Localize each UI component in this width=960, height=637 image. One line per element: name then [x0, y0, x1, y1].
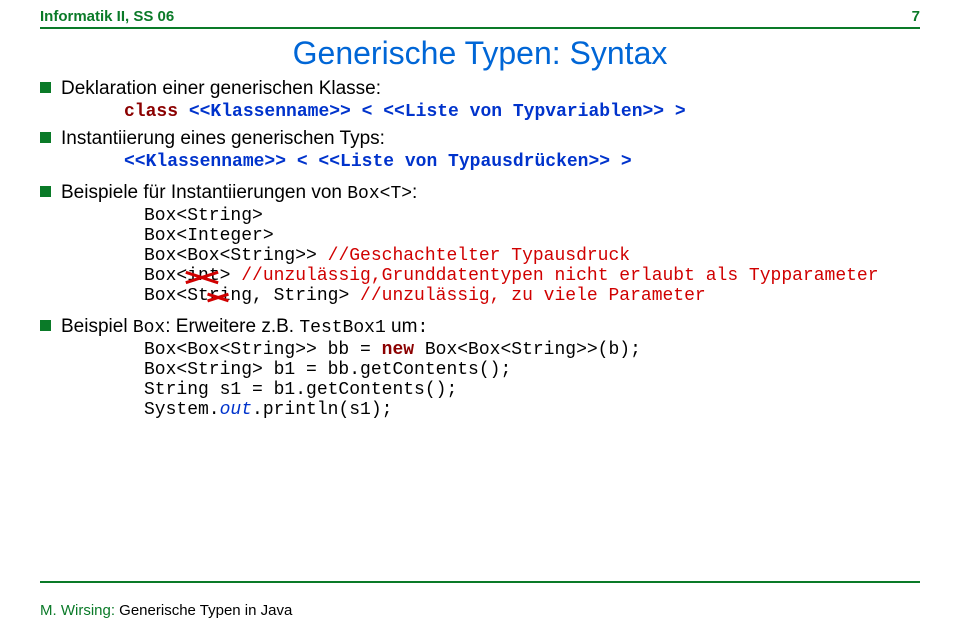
- bullet-icon: [40, 320, 51, 331]
- comment: //unzulässig,Grunddatentypen nicht erlau…: [241, 266, 878, 286]
- code: Box<Box<String>> bb =: [144, 340, 382, 360]
- example-line-1: Box<String>: [40, 206, 920, 226]
- bullet-instantiation: Instantiierung eines generischen Typs:: [40, 128, 920, 150]
- header-pagenum: 7: [912, 8, 920, 25]
- example-line-4: Box<int> //unzulässig,Grunddatentypen ni…: [40, 266, 920, 286]
- text-pre: Beispiele für Instantiierungen von: [61, 182, 347, 203]
- bullet-text: Deklaration einer generischen Klasse:: [61, 78, 381, 100]
- code-field: out: [220, 400, 252, 420]
- program-line-2: Box<String> b1 = bb.getContents();: [40, 360, 920, 380]
- bullet-beispiel: Beispiel Box: Erweitere z.B. TestBox1 um…: [40, 316, 920, 338]
- keyword-class: class: [124, 102, 178, 122]
- code: .println(s1);: [252, 400, 392, 420]
- program-line-3: String s1 = b1.getContents();: [40, 380, 920, 400]
- slide-title: Generische Typen: Syntax: [40, 35, 920, 72]
- bullet-text: Beispiele für Instantiierungen von Box<T…: [61, 182, 417, 204]
- code: System.: [144, 400, 220, 420]
- code-class-decl: class <<Klassenname>> < <<Liste von Typv…: [40, 102, 920, 122]
- code-rest: <<Klassenname>> < <<Liste von Typvariabl…: [178, 102, 686, 122]
- slide-body: Generische Typen: Syntax Deklaration ein…: [0, 29, 960, 420]
- code: Box<Box<String>>(b);: [414, 340, 641, 360]
- footer: M. Wirsing: Generische Typen in Java: [40, 602, 292, 619]
- bullet-icon: [40, 82, 51, 93]
- code: Box<: [144, 266, 187, 286]
- bullet-examples: Beispiele für Instantiierungen von Box<T…: [40, 182, 920, 204]
- bullet-declaration: Deklaration einer generischen Klasse:: [40, 78, 920, 100]
- comment: //unzulässig, zu viele Parameter: [360, 286, 706, 306]
- program-line-1: Box<Box<String>> bb = new Box<Box<String…: [40, 340, 920, 360]
- program-line-4: System.out.println(s1);: [40, 400, 920, 420]
- text-post: :: [412, 182, 417, 203]
- bullet-icon: [40, 132, 51, 143]
- code: ng, String>: [230, 286, 360, 306]
- code: >: [220, 266, 242, 286]
- comment: //Geschachtelter Typausdruck: [328, 246, 630, 266]
- footer-author: M. Wirsing:: [40, 602, 119, 619]
- code-inline: Box: [133, 318, 165, 338]
- colon: :: [417, 318, 428, 338]
- bullet-text: Instantiierung eines generischen Typs:: [61, 128, 385, 150]
- code: Box<St: [144, 286, 209, 306]
- text: Beispiel: [61, 316, 133, 337]
- header-course: Informatik II, SS 06: [40, 8, 174, 25]
- example-line-2: Box<Integer>: [40, 226, 920, 246]
- example-line-3: Box<Box<String>> //Geschachtelter Typaus…: [40, 246, 920, 266]
- rule-bottom: [40, 581, 920, 583]
- code-inline: Box<T>: [347, 184, 412, 204]
- code-inline: TestBox1: [299, 318, 385, 338]
- text: : Erweitere z.B.: [165, 316, 299, 337]
- text: um: [386, 316, 418, 337]
- bullet-icon: [40, 186, 51, 197]
- crossed-int: int: [187, 266, 219, 286]
- footer-title: Generische Typen in Java: [119, 602, 292, 619]
- code-instantiation: <<Klassenname>> < <<Liste von Typausdrüc…: [40, 152, 920, 172]
- bullet-text: Beispiel Box: Erweitere z.B. TestBox1 um…: [61, 316, 428, 338]
- code: Box<Box<String>>: [144, 246, 328, 266]
- crossed-ri: ri: [209, 286, 231, 306]
- example-line-5: Box<String, String> //unzulässig, zu vie…: [40, 286, 920, 306]
- keyword-new: new: [382, 340, 414, 360]
